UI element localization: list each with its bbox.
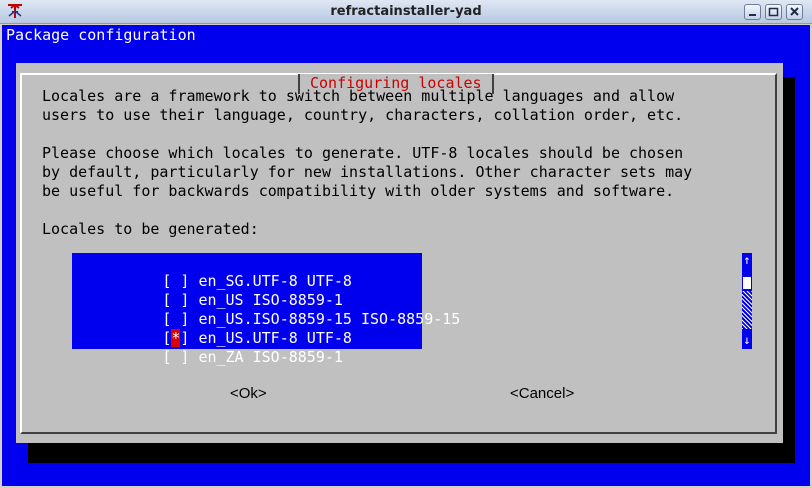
dialog-shadow-right bbox=[783, 77, 795, 463]
list-label: Locales to be generated: bbox=[42, 220, 259, 238]
ok-button[interactable]: <Ok> bbox=[230, 385, 267, 402]
package-configuration-heading: Package configuration bbox=[6, 26, 196, 44]
description-line-1: Locales are a framework to switch betwee… bbox=[42, 87, 675, 105]
description-line-2: users to use their language, country, ch… bbox=[42, 106, 684, 124]
scrollbar[interactable]: ↑ ↓ bbox=[742, 253, 752, 349]
instruction-line-3: be useful for backwards compatibility wi… bbox=[42, 182, 675, 200]
maximize-icon bbox=[768, 7, 779, 17]
list-item[interactable]: [ ] en_US ISO-8859-1 bbox=[72, 272, 422, 309]
dialog-shadow-bottom bbox=[28, 443, 795, 463]
list-item[interactable]: [ ] en_ZA ISO-8859-1 bbox=[72, 329, 422, 366]
terminal-area[interactable]: Package configuration Configuring locale… bbox=[2, 25, 810, 486]
locale-list[interactable]: [ ] en_SG.UTF-8 UTF-8 [ ] en_US ISO-8859… bbox=[72, 253, 460, 366]
dialog-frame: Configuring locales Locales are a framew… bbox=[20, 73, 777, 434]
scroll-thumb[interactable] bbox=[743, 277, 751, 289]
list-item[interactable]: [ ] en_SG.UTF-8 UTF-8 bbox=[72, 253, 422, 290]
close-icon bbox=[790, 7, 799, 16]
scroll-down-arrow-icon[interactable]: ↓ bbox=[742, 333, 752, 347]
checkbox[interactable]: [ ] bbox=[162, 348, 189, 367]
instruction-line-1: Please choose which locales to generate.… bbox=[42, 144, 684, 162]
scroll-up-arrow-icon[interactable]: ↑ bbox=[742, 253, 752, 267]
minimize-button[interactable] bbox=[744, 4, 761, 20]
list-item[interactable]: [ ] en_US.ISO-8859-15 ISO-8859-15 bbox=[72, 291, 460, 328]
maximize-button[interactable] bbox=[765, 4, 782, 20]
instruction-line-2: by default, particularly for new install… bbox=[42, 163, 693, 181]
window-titlebar: refractainstaller-yad bbox=[0, 0, 812, 24]
cancel-button[interactable]: <Cancel> bbox=[510, 385, 574, 402]
close-button[interactable] bbox=[786, 4, 803, 20]
window-title: refractainstaller-yad bbox=[330, 4, 482, 19]
list-item-selected[interactable]: [*] en_US.UTF-8 UTF-8 bbox=[72, 310, 422, 347]
locale-label: en_ZA ISO-8859-1 bbox=[198, 348, 343, 366]
locales-dialog: Configuring locales Locales are a framew… bbox=[16, 63, 783, 443]
minimize-icon bbox=[749, 14, 756, 16]
scroll-trough[interactable] bbox=[742, 291, 752, 329]
